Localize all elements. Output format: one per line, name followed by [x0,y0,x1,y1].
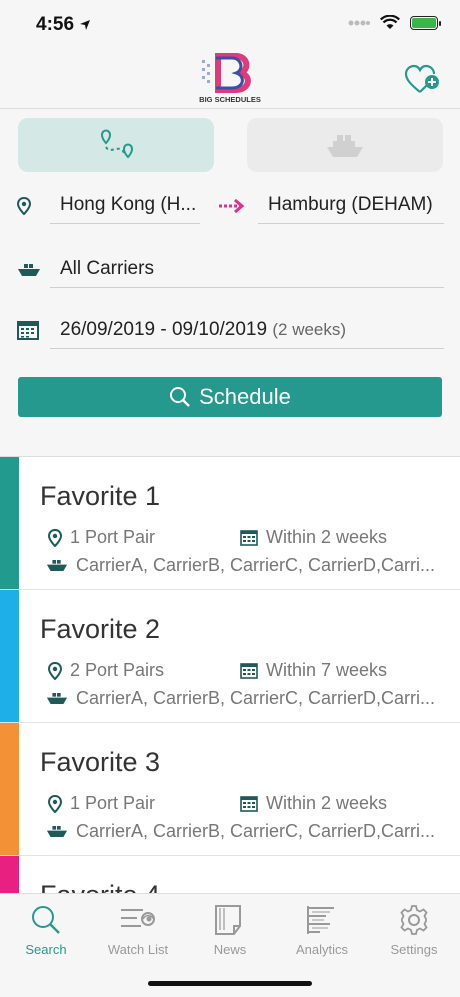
ship-icon [46,693,68,704]
signal-dots-icon [348,20,370,25]
schedule-button-label: Schedule [199,384,291,409]
favorite-title: Favorite 3 [40,747,161,777]
destination-port-field[interactable]: Hamburg (DEHAM) [258,186,444,224]
calendar-icon [240,529,258,546]
ship-icon [46,560,68,571]
tab-search[interactable]: Search [0,902,92,957]
ship-icon [327,135,363,157]
route-search-tab[interactable] [18,118,214,172]
search-icon [32,906,60,934]
favorite-card[interactable]: Favorite 4 [0,856,460,894]
big-schedules-logo: BIG SCHEDULES [199,53,261,104]
search-icon [170,387,190,407]
location-pin-icon [48,794,62,813]
tab-label: Analytics [295,942,349,957]
route-icon [100,129,134,159]
favorite-port-pairs: 1 Port Pair [70,793,156,813]
favorite-title: Favorite 2 [40,614,161,644]
calendar-icon [17,321,39,340]
tab-analytics[interactable]: Analytics [276,902,368,957]
date-duration: (2 weeks) [272,320,347,339]
favorites-list[interactable]: Favorite 1 1 Port Pair Within 2 weeks Ca… [0,456,460,894]
wifi-icon [380,15,400,29]
tab-settings[interactable]: Settings [368,902,460,957]
favorite-card[interactable]: Favorite 2 2 Port Pairs Within 7 weeks C… [0,590,460,723]
date-range-field[interactable]: 26/09/2019 - 09/10/2019 (2 weeks) [50,311,444,349]
favorite-card[interactable]: Favorite 3 1 Port Pair Within 2 weeks Ca… [0,723,460,856]
tab-news[interactable]: News [184,902,276,957]
location-pin-icon [48,528,62,547]
favorite-color-stripe [0,723,19,855]
favorite-carriers: CarrierA, CarrierB, CarrierC, CarrierD,C… [76,688,436,708]
arrow-right-icon [219,199,244,213]
ship-icon [18,264,40,276]
date-range-value: 26/09/2019 - 09/10/2019 [60,319,268,340]
origin-port-field[interactable]: Hong Kong (H... [50,186,200,224]
analytics-icon [307,906,334,934]
ship-icon [46,826,68,837]
tab-label: Watch List [107,942,169,957]
favorite-carriers: CarrierA, CarrierB, CarrierC, CarrierD,C… [76,555,436,575]
favorites-heart-button[interactable] [404,64,440,96]
location-arrow-icon [80,19,91,30]
status-bar: 4:56 [0,0,460,48]
favorite-card[interactable]: Favorite 1 1 Port Pair Within 2 weeks Ca… [0,457,460,590]
favorite-port-pairs: 2 Port Pairs [70,660,165,680]
status-time: 4:56 [36,14,91,36]
location-pin-icon [48,661,62,680]
calendar-icon [240,662,258,679]
favorite-carriers: CarrierA, CarrierB, CarrierC, CarrierD,C… [76,821,436,841]
home-indicator [148,981,312,986]
favorite-title: Favorite 1 [40,481,161,511]
vessel-search-tab[interactable] [247,118,443,172]
watch-list-icon [121,909,155,927]
favorite-title: Favorite 4 [40,880,160,894]
favorite-port-pairs: 1 Port Pair [70,527,156,547]
favorite-color-stripe [0,590,19,722]
tab-label: News [213,942,247,957]
battery-icon [410,15,441,30]
news-icon [215,905,241,935]
svg-text:BIG SCHEDULES: BIG SCHEDULES [199,95,261,104]
calendar-icon [240,795,258,812]
app-header: BIG SCHEDULES [0,48,460,109]
favorite-color-stripe [0,856,19,894]
tab-label: Settings [390,942,438,957]
tab-label: Search [25,942,67,957]
tab-watch-list[interactable]: Watch List [92,902,184,957]
favorite-color-stripe [0,457,19,589]
carriers-field[interactable]: All Carriers [50,250,444,288]
gear-icon [400,905,428,935]
location-pin-icon [17,197,31,215]
favorite-within: Within 2 weeks [266,527,388,547]
schedule-button[interactable]: Schedule [18,377,442,417]
favorite-within: Within 2 weeks [266,793,388,813]
favorite-within: Within 7 weeks [266,660,388,680]
